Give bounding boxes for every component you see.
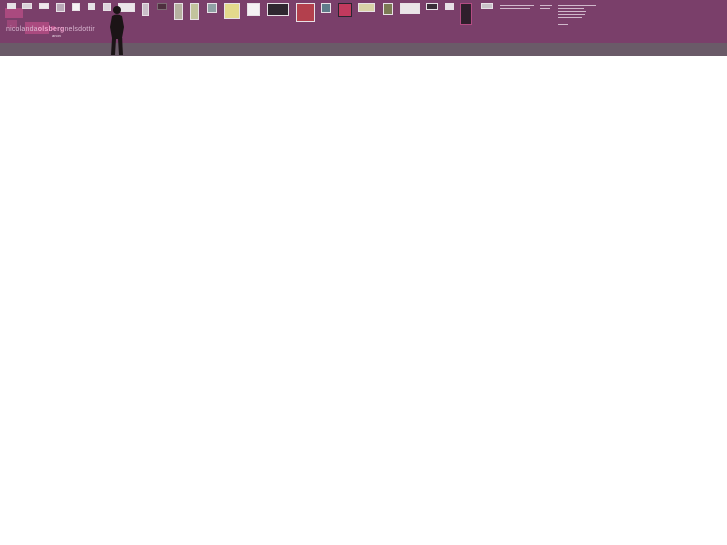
artwork-10[interactable] [157, 3, 167, 10]
info-column-2 [540, 3, 554, 11]
artwork-9[interactable] [142, 3, 149, 16]
artwork-18[interactable] [321, 3, 331, 13]
artwork-3[interactable] [39, 3, 49, 9]
info-column-1 [500, 3, 535, 11]
wordmark-part-3: nelsdottir [64, 26, 95, 33]
wordmark-part-1: nicolanda [6, 26, 38, 33]
artwork-22[interactable] [400, 3, 420, 14]
artwork-23[interactable] [426, 3, 438, 10]
artwork-13[interactable] [207, 3, 217, 13]
site-wordmark[interactable]: nicolandaolsbergnelsdottir [6, 26, 95, 33]
artwork-26[interactable] [481, 3, 493, 9]
artwork-25[interactable] [460, 3, 472, 25]
artwork-11[interactable] [174, 3, 183, 20]
artwork-5[interactable] [72, 3, 80, 11]
artwork-2[interactable] [22, 3, 32, 9]
artwork-14[interactable] [224, 3, 240, 19]
artwork-6[interactable] [88, 3, 95, 10]
artwork-1[interactable] [7, 3, 16, 9]
artwork-16[interactable] [267, 3, 289, 16]
artwork-20[interactable] [358, 3, 375, 12]
artwork-21[interactable] [383, 3, 393, 15]
artwork-17[interactable] [296, 3, 315, 22]
artwork-4[interactable] [56, 3, 65, 12]
artwork-19[interactable] [338, 3, 352, 17]
wordmark-part-2: olsberg [37, 26, 65, 33]
artwork-12[interactable] [190, 3, 199, 20]
artwork-15[interactable] [247, 3, 260, 16]
info-column-3 [558, 3, 598, 27]
person-silhouette-icon [110, 6, 124, 55]
wordmark-subtitle: anon [52, 33, 61, 38]
artwork-24[interactable] [445, 3, 454, 10]
